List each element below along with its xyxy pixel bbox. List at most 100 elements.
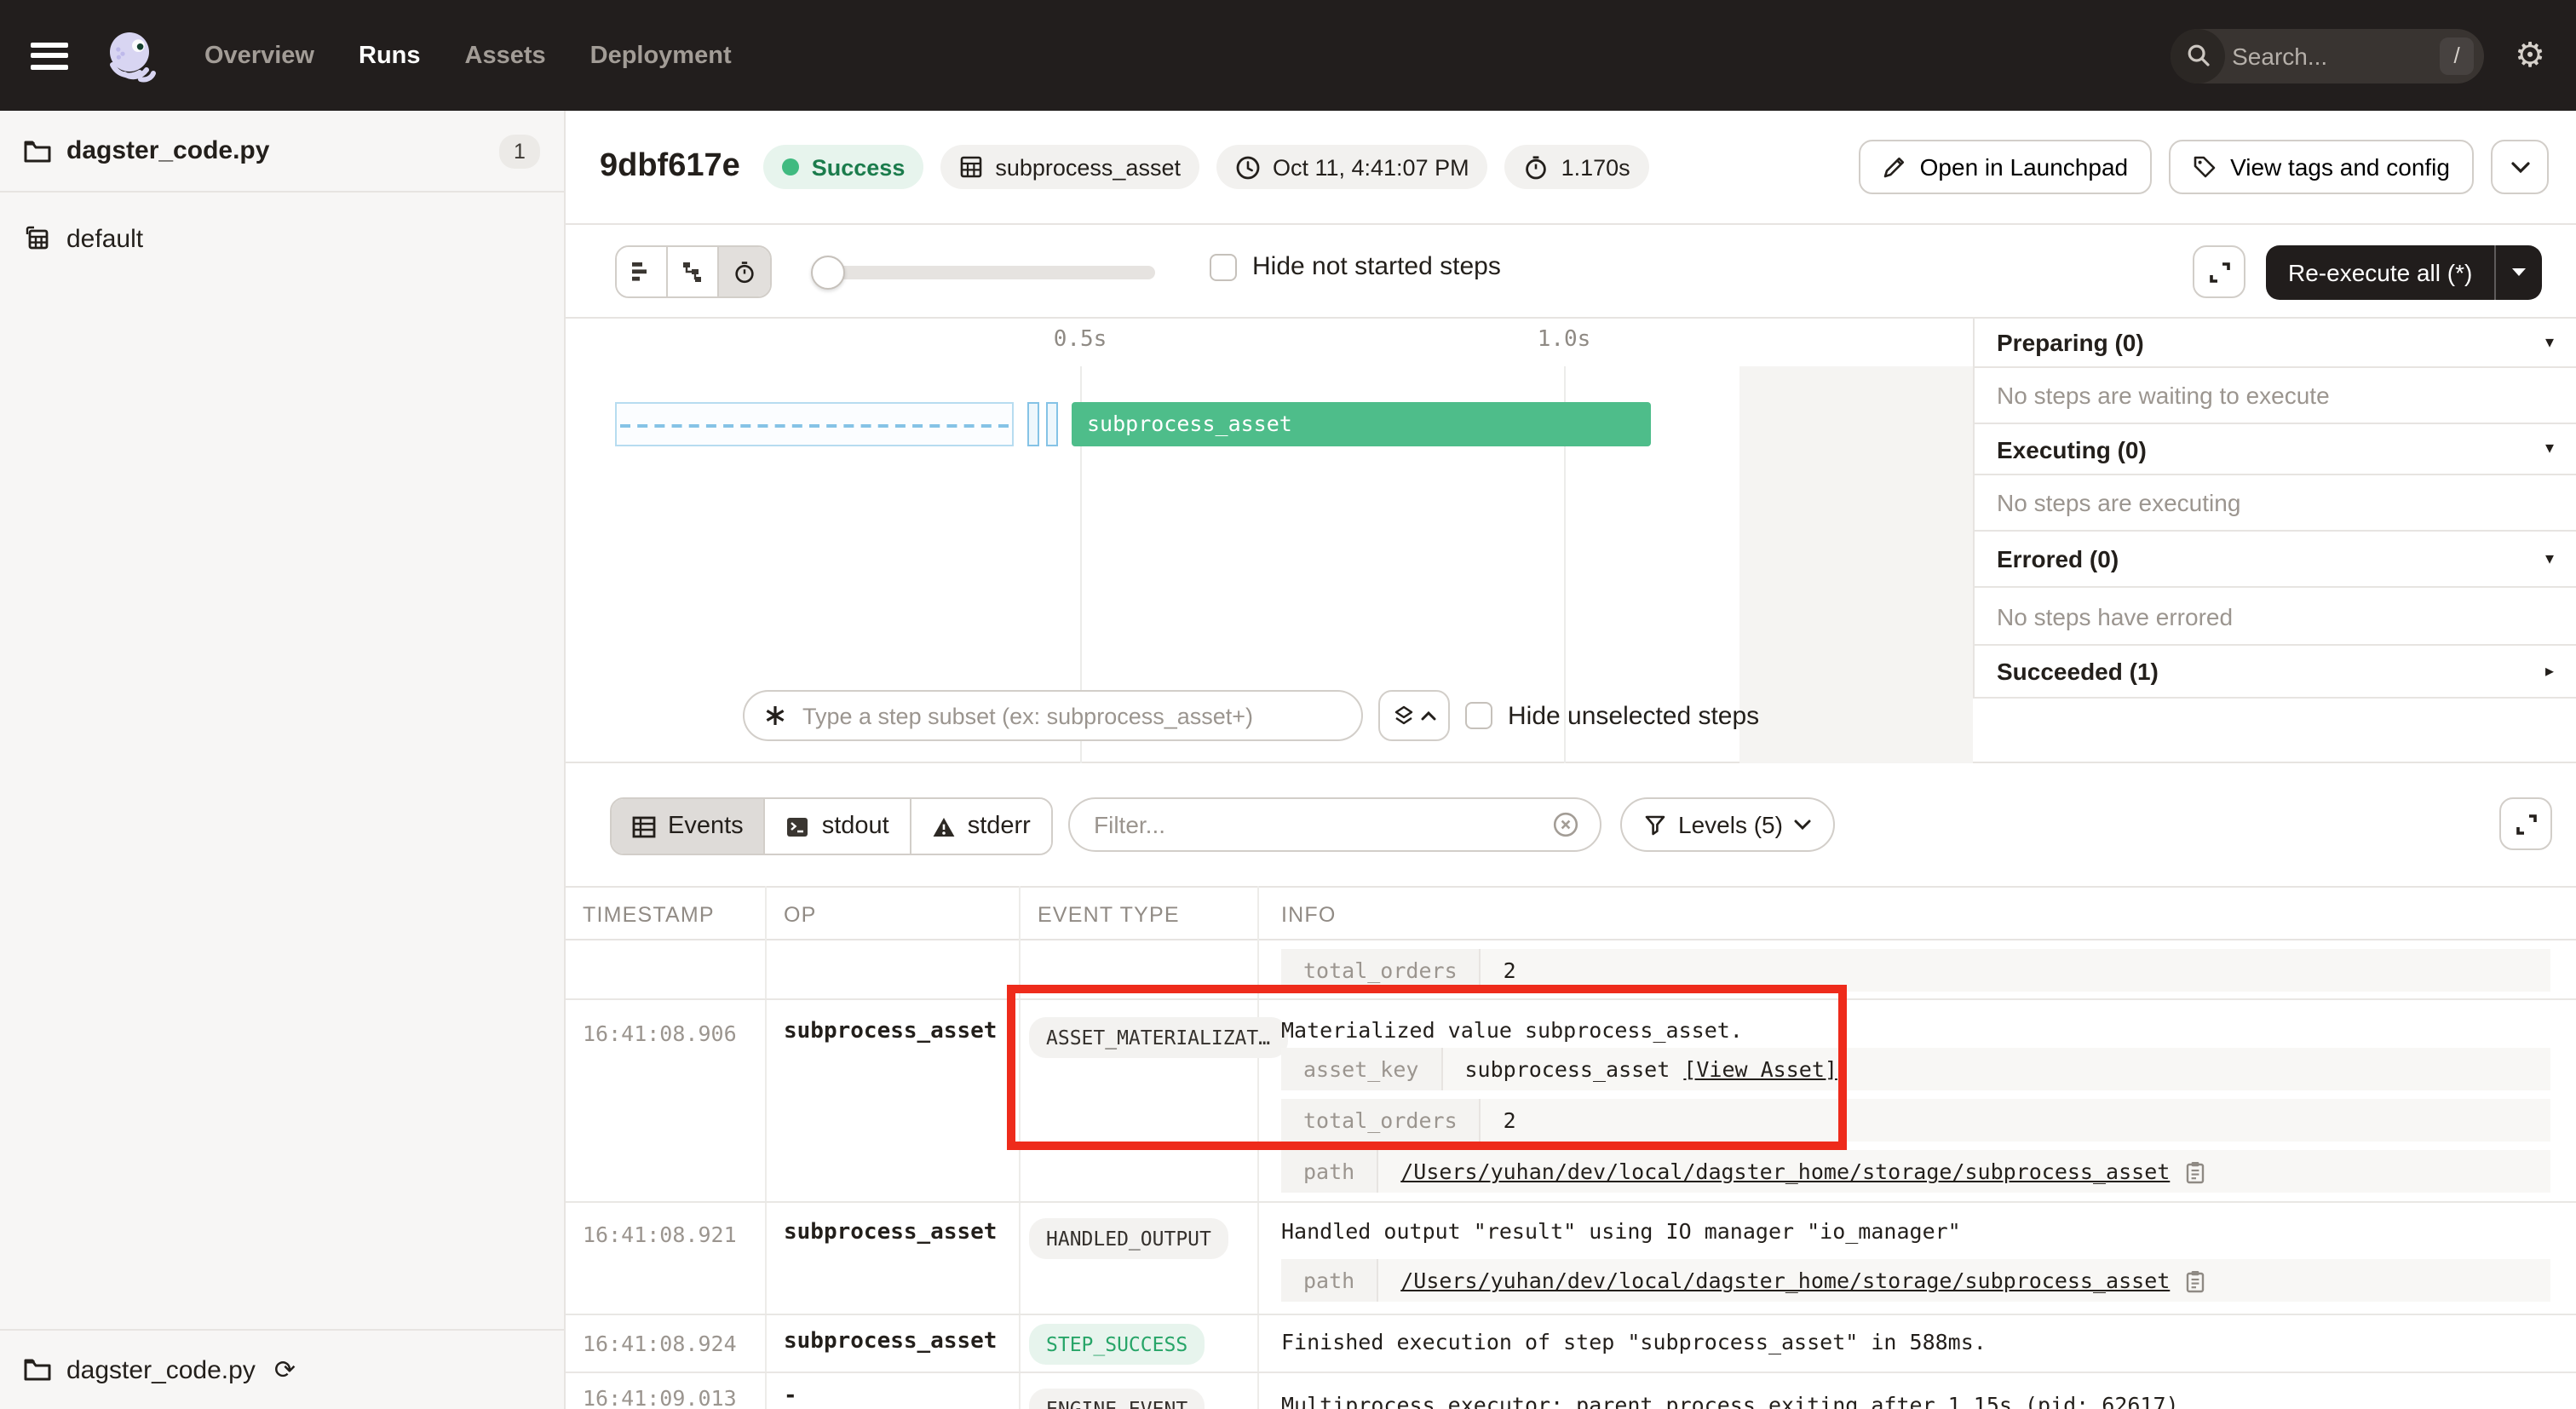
nav-item-overview[interactable]: Overview: [204, 42, 314, 69]
event-type-badge: STEP_SUCCESS: [1029, 1324, 1205, 1365]
step-subset-input-wrap[interactable]: [743, 690, 1363, 741]
step-subset-input[interactable]: [799, 701, 1343, 730]
timed-view-icon[interactable]: [719, 247, 770, 296]
status-dot-icon: [783, 158, 800, 175]
zoom-slider[interactable]: [814, 266, 1155, 279]
run-start-time-chip: Oct 11, 4:41:07 PM: [1216, 145, 1488, 189]
gantt-toolbar: Hide not started steps Re-execute all (*…: [566, 225, 2576, 319]
gantt-waiting-segment: [1046, 402, 1058, 446]
search-box[interactable]: /: [2171, 28, 2484, 83]
panel-section-succeeded[interactable]: Succeeded (1) ▸: [1975, 646, 2576, 699]
footer-location-label: dagster_code.py: [66, 1355, 256, 1384]
event-row[interactable]: total_orders 2: [566, 940, 2576, 1000]
logs-expand-button[interactable]: [2499, 797, 2552, 850]
col-event-type: EVENT TYPE: [1038, 903, 1180, 927]
slider-thumb[interactable]: [811, 256, 845, 290]
event-type-badge: ENGINE_EVENT: [1029, 1389, 1205, 1409]
run-more-actions-button[interactable]: [2491, 140, 2549, 194]
path-link[interactable]: /Users/yuhan/dev/local/dagster_home/stor…: [1400, 1268, 2170, 1293]
step-status-panel: Preparing (0) ▾ No steps are waiting to …: [1973, 319, 2576, 699]
run-header: 9dbf617e Success subprocess_asset Oct 11…: [566, 111, 2576, 225]
panel-section-executing[interactable]: Executing (0) ▾: [1975, 424, 2576, 475]
chevron-down-icon[interactable]: ▾: [2545, 549, 2554, 568]
sidebar: dagster_code.py 1 default dagster_code.p…: [0, 111, 566, 1409]
run-job-chip[interactable]: subprocess_asset: [940, 145, 1199, 189]
axis-tick-1-0s: 1.0s: [1538, 327, 1591, 353]
view-tags-config-button[interactable]: View tags and config: [2169, 140, 2474, 194]
panel-caption: No steps are waiting to execute: [1975, 368, 2576, 424]
event-row-asset-materialization[interactable]: 16:41:08.906 subprocess_asset ASSET_MATE…: [566, 1000, 2576, 1203]
log-filter-box[interactable]: [1068, 797, 1601, 852]
hamburger-menu-icon[interactable]: [31, 42, 68, 69]
open-in-launchpad-button[interactable]: Open in Launchpad: [1859, 140, 2152, 194]
event-row-engine-event[interactable]: 16:41:09.013 - ENGINE_EVENT Multiprocess…: [566, 1373, 2576, 1409]
run-duration-chip: 1.170s: [1505, 145, 1649, 189]
copy-icon[interactable]: [2183, 1268, 2205, 1292]
logs-toolbar: Events stdout stderr Levels (5): [566, 763, 2576, 886]
chevron-down-icon: [2510, 161, 2529, 173]
code-location-label: dagster_code.py: [66, 136, 269, 165]
sidebar-item-default-job[interactable]: default: [0, 210, 564, 267]
panel-caption: No steps have errored: [1975, 588, 2576, 646]
reexecute-all-button[interactable]: Re-execute all (*): [2266, 245, 2542, 300]
reexecute-dropdown[interactable]: [2496, 267, 2542, 278]
chevron-down-icon[interactable]: ▾: [2545, 440, 2554, 458]
hide-unselected-checkbox[interactable]: [1465, 702, 1492, 729]
gantt-step-bar[interactable]: subprocess_asset: [1072, 402, 1651, 446]
chevron-up-icon: [1420, 710, 1435, 721]
panel-section-preparing[interactable]: Preparing (0) ▾: [1975, 319, 2576, 368]
gantt-expand-button[interactable]: [2193, 245, 2245, 298]
tab-stderr[interactable]: stderr: [911, 799, 1051, 854]
gear-icon[interactable]: ⚙: [2515, 38, 2545, 72]
run-id: 9dbf617e: [600, 148, 740, 186]
metadata-entry: total_orders 2: [1281, 949, 2550, 992]
folder-icon: [24, 1358, 51, 1382]
event-row-step-success[interactable]: 16:41:08.924 subprocess_asset STEP_SUCCE…: [566, 1315, 2576, 1373]
refresh-icon[interactable]: ⟳: [274, 1354, 296, 1385]
levels-filter-button[interactable]: Levels (5): [1620, 797, 1836, 852]
metadata-entry: path /Users/yuhan/dev/local/dagster_home…: [1281, 1150, 2550, 1193]
metadata-entry: asset_key subprocess_asset[View Asset]: [1281, 1048, 2550, 1090]
warning-icon: [932, 815, 956, 837]
graph-query-toggle-button[interactable]: [1378, 690, 1450, 741]
dagster-run-page: Overview Runs Assets Deployment / ⚙ dags…: [0, 0, 2576, 1409]
chevron-right-icon[interactable]: ▸: [2545, 662, 2554, 681]
view-asset-link[interactable]: [View Asset]: [1683, 1056, 1837, 1082]
nav-item-deployment[interactable]: Deployment: [590, 42, 732, 69]
search-shortcut-key: /: [2440, 37, 2474, 74]
event-type-badge: ASSET_MATERIALIZAT…: [1029, 1017, 1287, 1058]
metadata-entry: total_orders 2: [1281, 1099, 2550, 1142]
clear-filter-icon[interactable]: [1552, 811, 1579, 838]
step-subset-row: Hide unselected steps: [743, 690, 1759, 741]
sidebar-footer: dagster_code.py ⟳: [0, 1329, 564, 1409]
table-icon: [632, 815, 656, 837]
event-row-handled-output[interactable]: 16:41:08.921 subprocess_asset HANDLED_OU…: [566, 1203, 2576, 1315]
sidebar-code-location[interactable]: dagster_code.py 1: [0, 111, 564, 193]
waterfall-view-icon[interactable]: [668, 247, 719, 296]
gantt-section: Hide not started steps Re-execute all (*…: [566, 225, 2576, 763]
job-grid-icon: [24, 225, 51, 252]
nav-item-assets[interactable]: Assets: [465, 42, 546, 69]
metadata-entry: path /Users/yuhan/dev/local/dagster_home…: [1281, 1259, 2550, 1302]
nav-item-runs[interactable]: Runs: [359, 42, 421, 69]
funnel-icon: [1644, 814, 1666, 836]
axis-tick-0-5s: 0.5s: [1054, 327, 1107, 353]
gantt-overflow-area: [1739, 366, 1973, 763]
terminal-icon: [786, 815, 810, 837]
job-grid-icon: [959, 155, 983, 179]
path-link[interactable]: /Users/yuhan/dev/local/dagster_home/stor…: [1400, 1159, 2170, 1184]
search-input[interactable]: [2225, 42, 2440, 69]
expand-icon: [2207, 260, 2231, 284]
panel-caption: No steps are executing: [1975, 475, 2576, 532]
copy-icon[interactable]: [2183, 1159, 2205, 1183]
clock-icon: [1235, 154, 1261, 180]
tab-events[interactable]: Events: [612, 799, 766, 854]
log-filter-input[interactable]: [1090, 809, 1538, 840]
chevron-down-icon[interactable]: ▾: [2545, 333, 2554, 352]
flat-view-icon[interactable]: [617, 247, 668, 296]
col-timestamp: TIMESTAMP: [583, 903, 715, 927]
panel-section-errored[interactable]: Errored (0) ▾: [1975, 532, 2576, 588]
chevron-down-icon: [1795, 820, 1812, 830]
tab-stdout[interactable]: stdout: [766, 799, 911, 854]
hide-not-started-checkbox[interactable]: [1210, 253, 1237, 280]
